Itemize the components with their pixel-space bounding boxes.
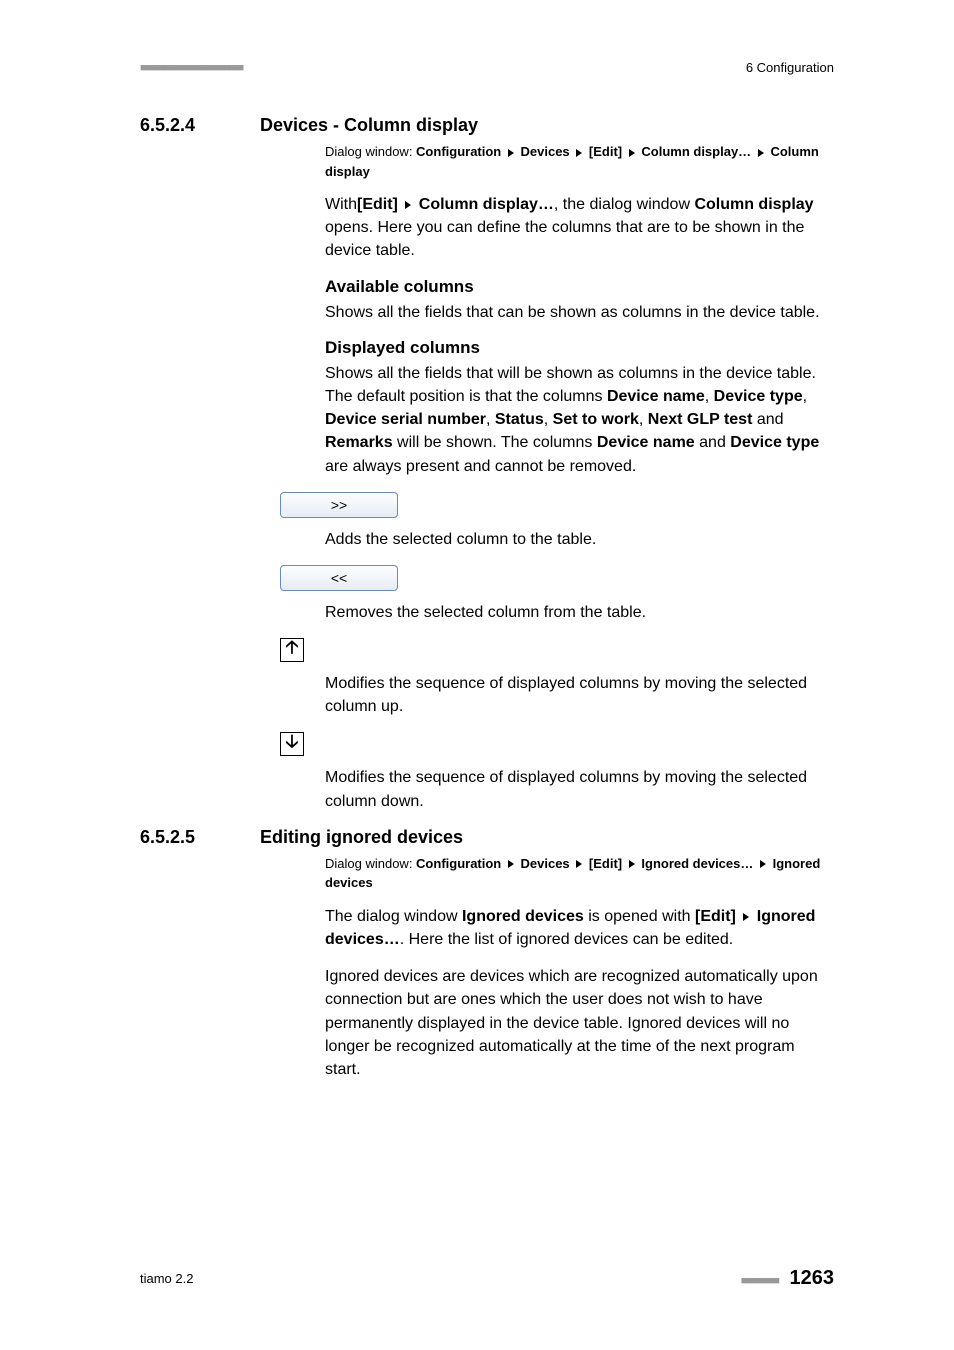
triangle-icon — [629, 149, 635, 157]
section-number: 6.5.2.4 — [140, 115, 220, 136]
text-bold: [Edit] — [695, 908, 736, 925]
triangle-icon — [758, 149, 764, 157]
move-up-desc: Modifies the sequence of displayed colum… — [325, 672, 834, 718]
text-bold: [Edit] — [357, 196, 398, 213]
text-bold: Device name — [597, 434, 695, 451]
section-heading-row: 6.5.2.4 Devices - Column display — [140, 115, 834, 136]
page-header: ■■■■■■■■■■■■■■■■■■■■■■ 6 Configuration — [0, 0, 954, 75]
path-seg: Configuration — [416, 144, 501, 159]
text-span: , — [639, 411, 648, 428]
move-up-button[interactable]: 🡡 — [280, 638, 304, 662]
footer-dots: ■■■■■■■■ — [741, 1275, 778, 1287]
text-bold: Column display — [694, 196, 813, 213]
path-seg: [Edit] — [589, 856, 622, 871]
text-bold: Set to work — [553, 411, 639, 428]
dialog-prefix: Dialog window: — [325, 856, 416, 871]
text-bold: Status — [495, 411, 544, 428]
arrow-down-icon: 🡣 — [286, 729, 299, 759]
triangle-icon — [743, 913, 749, 921]
triangle-icon — [576, 149, 582, 157]
product-name: tiamo 2.2 — [140, 1271, 193, 1286]
move-down-desc: Modifies the sequence of displayed colum… — [325, 766, 834, 812]
triangle-icon — [508, 149, 514, 157]
dialog-path: Dialog window: Configuration Devices [Ed… — [325, 854, 834, 893]
text-span: will be shown. The columns — [393, 434, 597, 451]
text-span: , — [705, 388, 714, 405]
ignored-desc-paragraph: Ignored devices are devices which are re… — [325, 965, 834, 1081]
triangle-icon — [760, 860, 766, 868]
path-seg: Devices — [521, 144, 570, 159]
text-bold: Device serial number — [325, 411, 486, 428]
text-span: and — [695, 434, 731, 451]
displayed-columns-heading: Displayed columns — [325, 338, 834, 358]
section-heading-row: 6.5.2.5 Editing ignored devices — [140, 827, 834, 848]
remove-column-desc: Removes the selected column from the tab… — [325, 601, 834, 624]
text-bold: Remarks — [325, 434, 393, 451]
path-seg: Configuration — [416, 856, 501, 871]
add-column-button[interactable]: >> — [280, 492, 398, 518]
page-number: 1263 — [790, 1267, 835, 1289]
arrow-up-icon: 🡡 — [286, 635, 299, 665]
displayed-columns-text: Shows all the fields that will be shown … — [325, 362, 834, 478]
intro-paragraph: With[Edit] Column display…, the dialog w… — [325, 193, 834, 263]
section-number: 6.5.2.5 — [140, 827, 220, 848]
path-seg: Devices — [521, 856, 570, 871]
path-seg: [Edit] — [589, 144, 622, 159]
triangle-icon — [629, 860, 635, 868]
dialog-prefix: Dialog window: — [325, 144, 416, 159]
text-span: are always present and cannot be removed… — [325, 458, 636, 475]
text-bold: Device type — [714, 388, 803, 405]
triangle-icon — [576, 860, 582, 868]
text-span: With — [325, 196, 357, 213]
text-span: , — [803, 388, 807, 405]
page-footer: tiamo 2.2 ■■■■■■■■ 1263 — [140, 1267, 834, 1290]
footer-right: ■■■■■■■■ 1263 — [741, 1267, 834, 1290]
text-span: The dialog window — [325, 908, 462, 925]
content: 6.5.2.4 Devices - Column display Dialog … — [0, 75, 954, 1081]
text-bold: Device name — [607, 388, 705, 405]
text-span: , — [486, 411, 495, 428]
section-title: Editing ignored devices — [260, 827, 463, 848]
text-span: and — [752, 411, 783, 428]
available-columns-text: Shows all the fields that can be shown a… — [325, 301, 834, 324]
text-bold: Ignored devices — [462, 908, 584, 925]
path-seg: Column display… — [641, 144, 751, 159]
text-span: . Here the list of ignored devices can b… — [400, 931, 734, 948]
header-dots: ■■■■■■■■■■■■■■■■■■■■■■ — [140, 62, 242, 74]
dialog-path: Dialog window: Configuration Devices [Ed… — [325, 142, 834, 181]
section-title: Devices - Column display — [260, 115, 478, 136]
path-seg: Ignored devices… — [641, 856, 753, 871]
text-bold: Device type — [730, 434, 819, 451]
ignored-open-paragraph: The dialog window Ignored devices is ope… — [325, 905, 834, 951]
add-column-desc: Adds the selected column to the table. — [325, 528, 834, 551]
text-span: opens. Here you can define the columns t… — [325, 219, 804, 259]
text-span: is opened with — [584, 908, 695, 925]
triangle-icon — [508, 860, 514, 868]
text-bold: Next GLP test — [648, 411, 753, 428]
text-span: , — [544, 411, 553, 428]
chapter-title: 6 Configuration — [746, 60, 834, 75]
text-span: , the dialog window — [554, 196, 695, 213]
triangle-icon — [405, 201, 411, 209]
available-columns-heading: Available columns — [325, 277, 834, 297]
move-down-button[interactable]: 🡣 — [280, 732, 304, 756]
text-bold: Column display… — [419, 196, 554, 213]
remove-column-button[interactable]: << — [280, 565, 398, 591]
